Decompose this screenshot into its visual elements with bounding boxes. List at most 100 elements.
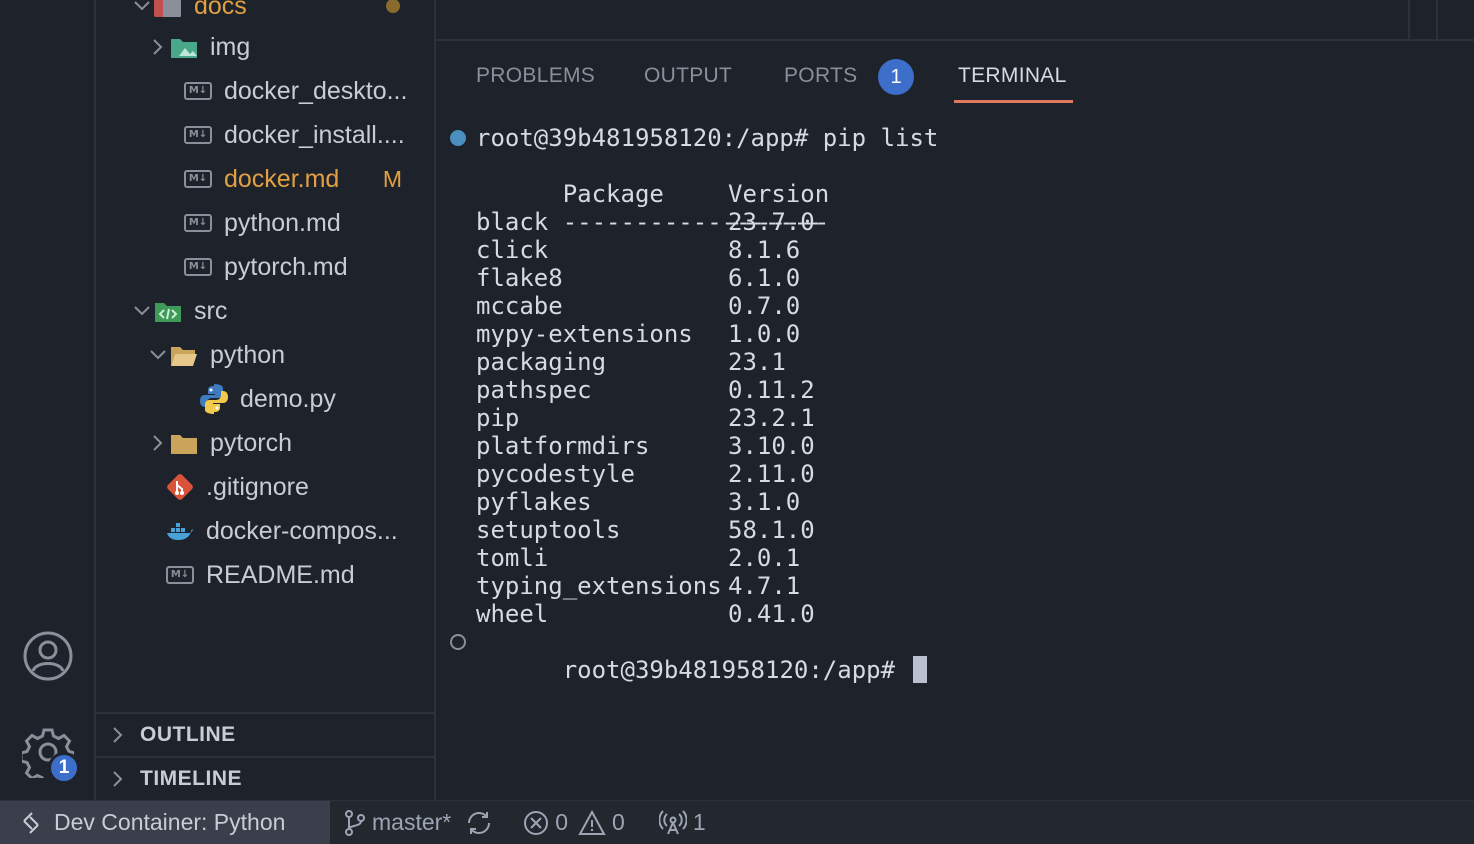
command-success-icon[interactable] (450, 130, 466, 146)
outline-section[interactable]: OUTLINE (96, 712, 434, 756)
markdown-icon: M↓ (182, 77, 214, 105)
error-icon (524, 810, 549, 835)
terminal-package-row: tomli 2.0.1 (476, 544, 800, 572)
git-branch-indicator[interactable]: master* (344, 809, 451, 837)
package-name: pyflakes (476, 488, 592, 516)
package-name: setuptools (476, 516, 621, 544)
tree-file-demo-py[interactable]: demo.py (96, 377, 434, 421)
chevron-right-icon (153, 435, 163, 451)
warning-count: 0 (612, 809, 625, 835)
docker-icon (164, 517, 196, 545)
package-version: 23.2.1 (728, 404, 815, 432)
package-name: tomli (476, 544, 549, 572)
ports-count-badge: 1 (878, 59, 914, 95)
package-name: pycodestyle (476, 460, 635, 488)
modified-dot (386, 0, 400, 13)
warning-icon (578, 809, 606, 835)
terminal-package-row: setuptools 58.1.0 (476, 516, 815, 544)
tree-folder-docs[interactable]: docs (96, 0, 434, 28)
terminal-package-row: typing_extensions 4.7.1 (476, 572, 800, 600)
tree-folder-pytorch[interactable]: pytorch (96, 421, 434, 465)
package-version: 8.1.6 (728, 236, 801, 264)
package-name: mypy-extensions (476, 320, 693, 348)
folder-label-docs: docs (194, 0, 247, 20)
broadcast-icon (658, 809, 687, 834)
timeline-section[interactable]: TIMELINE (96, 756, 434, 800)
package-version: 1.0.0 (728, 320, 801, 348)
chevron-down-icon (134, 1, 150, 11)
file-label-python-md: python.md (224, 208, 341, 237)
problems-indicator[interactable]: 0 0 (523, 809, 625, 836)
tree-file-docker-desktop[interactable]: M↓ docker_deskto... (96, 69, 434, 113)
tree-folder-img[interactable]: img (96, 25, 434, 69)
tree-file-gitignore[interactable]: .gitignore (96, 465, 434, 509)
terminal-package-row: black 23.7.0 (476, 208, 815, 236)
terminal[interactable]: root@39b481958120:/app# pip list Package… (436, 108, 1474, 800)
folder-label-img: img (210, 32, 251, 61)
package-name: click (476, 236, 549, 264)
tree-file-readme[interactable]: M↓ README.md (96, 553, 434, 597)
tree-file-python-md[interactable]: M↓ python.md (96, 201, 434, 245)
editor-area (436, 0, 1474, 41)
package-name: pathspec (476, 376, 592, 404)
file-label-demo-py: demo.py (240, 384, 336, 413)
terminal-command-line: root@39b481958120:/app# pip list (476, 124, 939, 152)
remote-indicator[interactable]: Dev Container: Python (0, 800, 330, 844)
folder-label-pytorch: pytorch (210, 428, 292, 457)
tab-ports[interactable]: PORTS (784, 64, 857, 88)
terminal-separator-row: ------------------ ------- (476, 180, 829, 236)
explorer-sidebar: docs img M↓ docker_deskto... M↓ docker_i… (96, 0, 436, 800)
package-version: 2.11.0 (728, 460, 815, 488)
tree-folder-src[interactable]: src (96, 289, 434, 333)
sync-button[interactable] (465, 810, 493, 836)
tab-problems[interactable]: PROBLEMS (476, 64, 595, 88)
terminal-package-row: pip 23.2.1 (476, 404, 815, 432)
sync-icon (468, 811, 491, 834)
remote-icon (23, 811, 39, 834)
tree-file-docker-install[interactable]: M↓ docker_install.... (96, 113, 434, 157)
tree-file-docker-md[interactable]: M↓ docker.md M (96, 157, 434, 201)
source-folder-icon (152, 297, 184, 325)
package-version: 23.7.0 (728, 208, 815, 236)
terminal-package-row: pyflakes 3.1.0 (476, 488, 800, 516)
markdown-icon: M↓ (182, 121, 214, 149)
chevron-down-icon (134, 306, 150, 316)
tree-file-pytorch-md[interactable]: M↓ pytorch.md (96, 245, 434, 289)
command-pending-icon[interactable] (450, 634, 466, 650)
package-version: 2.0.1 (728, 544, 801, 572)
package-name: wheel (476, 600, 549, 628)
remote-label: Dev Container: Python (54, 809, 286, 835)
file-label-docker-compose: docker-compos... (206, 516, 398, 545)
package-name: packaging (476, 348, 607, 376)
package-version: 0.11.2 (728, 376, 815, 404)
package-version: 3.10.0 (728, 432, 815, 460)
file-label-docker-install: docker_install.... (224, 120, 405, 149)
terminal-package-row: packaging 23.1 (476, 348, 786, 376)
chevron-right-icon (113, 771, 123, 787)
python-icon (198, 384, 230, 414)
status-bar: Dev Container: Python master* 0 0 1 (0, 800, 1474, 844)
folder-label-python: python (210, 340, 286, 369)
file-label-docker-md: docker.md (224, 164, 340, 193)
terminal-package-row: flake8 6.1.0 (476, 264, 800, 292)
package-version: 0.41.0 (728, 600, 815, 628)
account-icon[interactable] (22, 630, 74, 682)
panel-tabs: PROBLEMS OUTPUT PORTS 1 TERMINAL (436, 42, 1474, 106)
terminal-package-row: mypy-extensions 1.0.0 (476, 320, 800, 348)
package-version: 0.7.0 (728, 292, 801, 320)
markdown-icon: M↓ (164, 561, 196, 589)
tab-output[interactable]: OUTPUT (644, 64, 732, 88)
folder-label-src: src (194, 296, 228, 325)
git-icon (164, 473, 196, 501)
settings-badge: 1 (48, 752, 80, 784)
editor-scrollbar[interactable] (1436, 0, 1438, 41)
terminal-prompt: root@39b481958120:/app# (562, 656, 910, 684)
package-name: pip (476, 404, 520, 432)
forwarded-ports-indicator[interactable]: 1 (658, 809, 706, 836)
tree-folder-python[interactable]: python (96, 333, 434, 377)
active-tab-indicator (954, 100, 1073, 103)
tab-terminal[interactable]: TERMINAL (958, 64, 1067, 88)
tree-file-docker-compose[interactable]: docker-compos... (96, 509, 434, 553)
image-folder-icon (168, 33, 200, 61)
vscode-window: 1 docs img M↓ docker_deskto... M↓ docker… (0, 0, 1474, 844)
